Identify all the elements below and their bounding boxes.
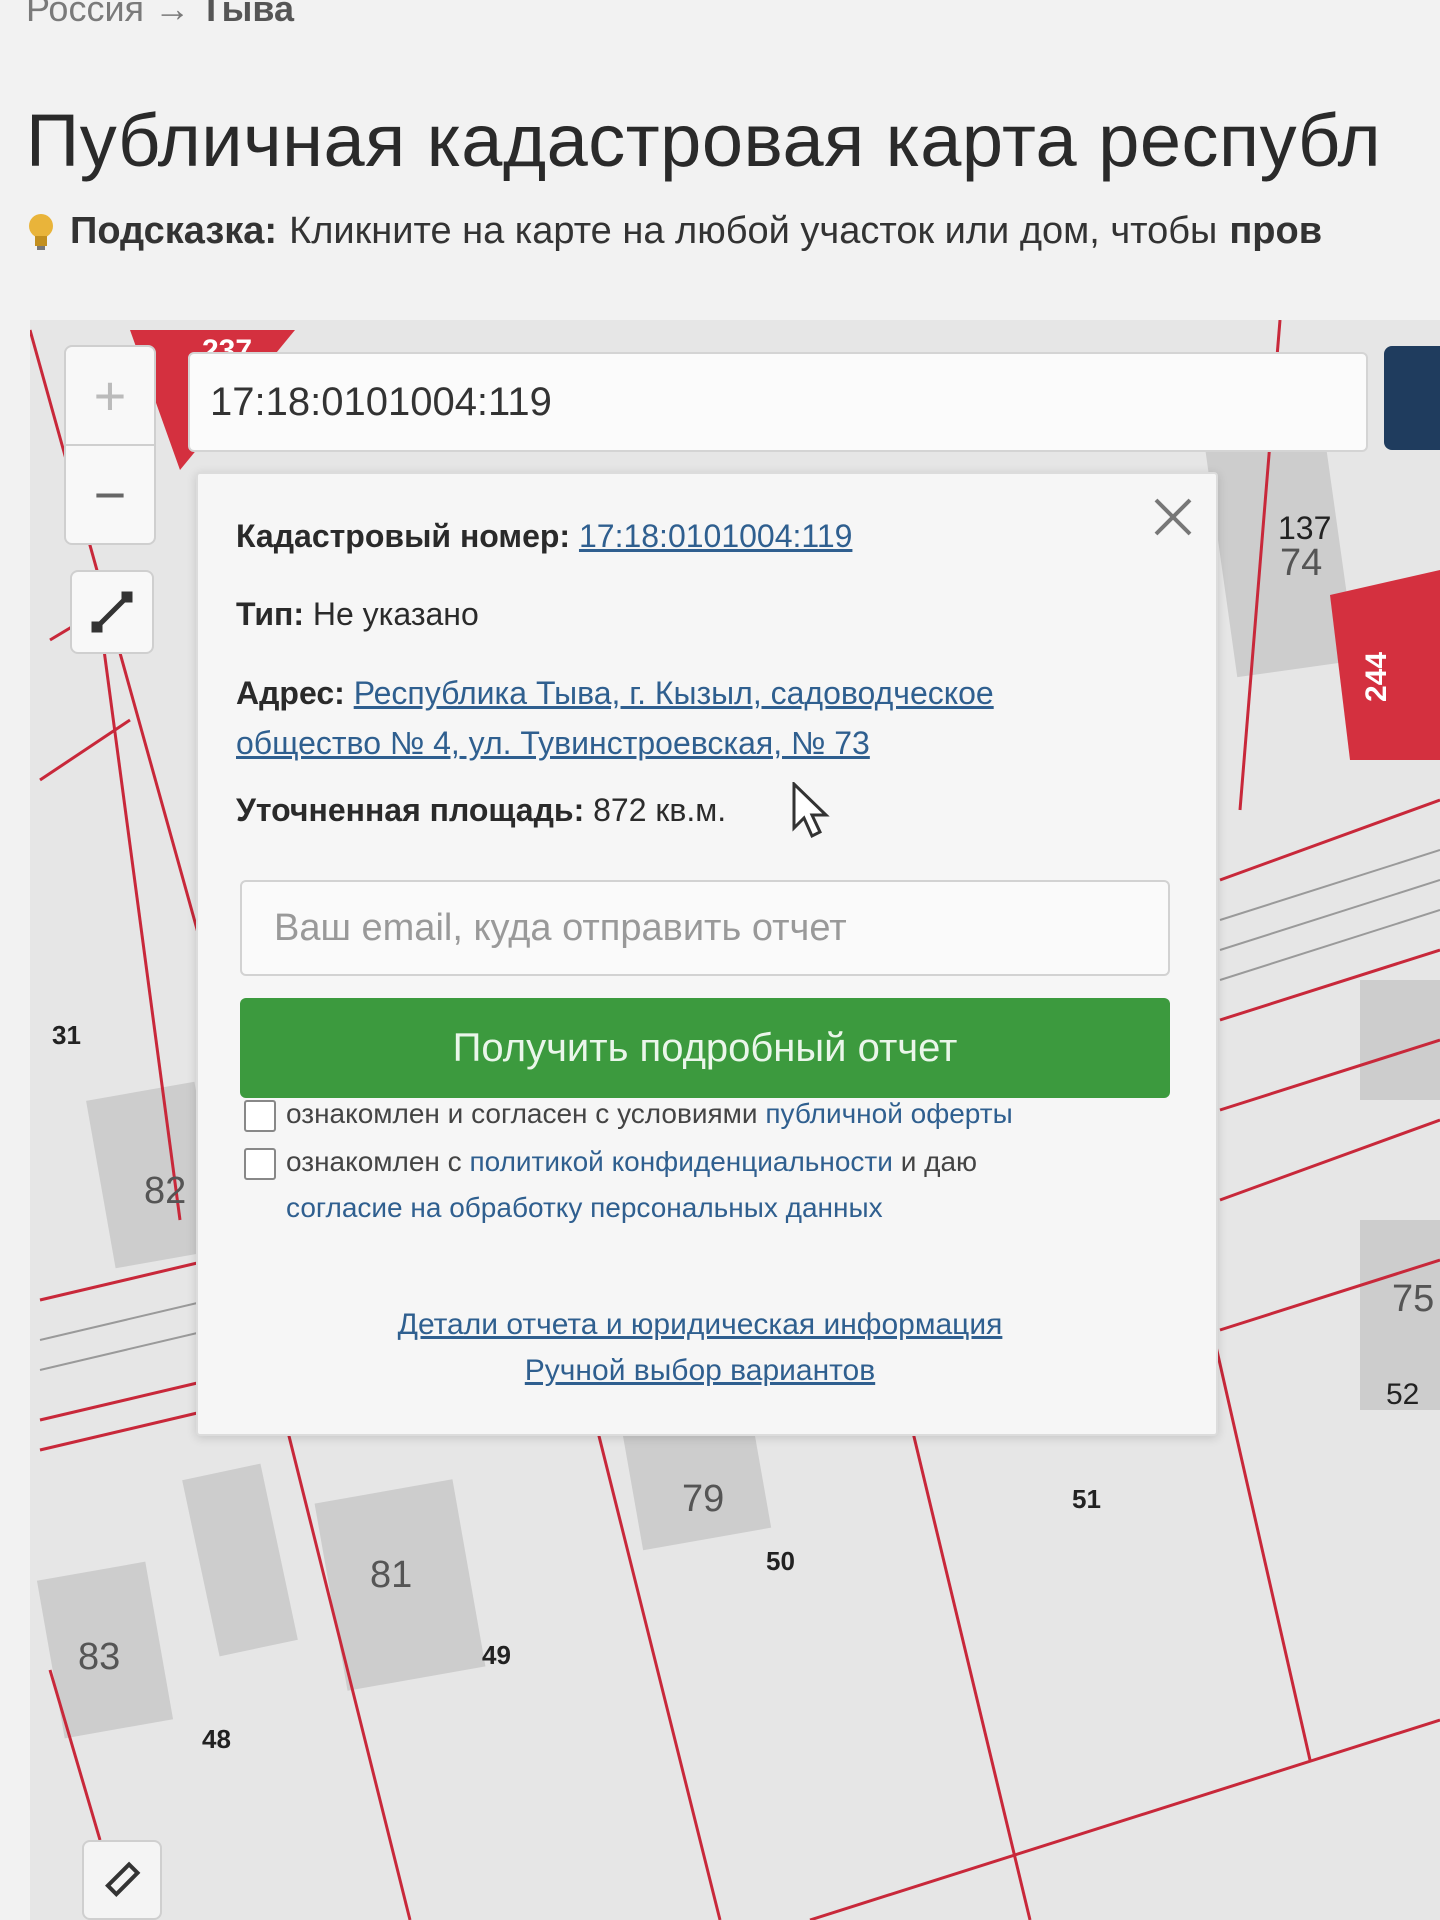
breadcrumb-root[interactable]: Россия xyxy=(26,0,144,29)
cadastral-search-input[interactable]: 17:18:0101004:119 xyxy=(188,352,1368,452)
type-row: Тип: Не указано xyxy=(236,596,479,633)
cadastral-number-row: Кадастровый номер: 17:18:0101004:119 xyxy=(236,518,852,555)
building-label-82[interactable]: 82 xyxy=(144,1170,186,1213)
plot-label-49[interactable]: 49 xyxy=(482,1640,511,1671)
manual-selection-link[interactable]: Ручной выбор вариантов xyxy=(0,1354,1400,1388)
lightbulb-icon xyxy=(29,213,53,250)
agree-offer-text: ознакомлен и согласен с условиями xyxy=(286,1098,758,1129)
mouse-cursor-icon xyxy=(792,782,830,839)
plot-label-31[interactable]: 31 xyxy=(52,1020,81,1051)
building-label-83[interactable]: 83 xyxy=(78,1636,120,1679)
cadastral-number-link[interactable]: 17:18:0101004:119 xyxy=(579,518,852,554)
personal-data-consent-link[interactable]: согласие на обработку персональных данны… xyxy=(286,1192,883,1224)
building-label-81[interactable]: 81 xyxy=(370,1554,412,1597)
close-icon[interactable] xyxy=(1150,494,1196,540)
plot-label-51[interactable]: 51 xyxy=(1072,1484,1101,1515)
plot-label-50[interactable]: 50 xyxy=(766,1546,795,1577)
agree-privacy-checkbox[interactable] xyxy=(244,1147,276,1180)
address-label: Адрес: xyxy=(236,675,345,711)
hint-label: Подсказка: xyxy=(70,210,278,252)
breadcrumb-arrow: → xyxy=(154,0,191,29)
fullscreen-button[interactable] xyxy=(70,570,154,654)
breadcrumb-current: Тыва xyxy=(200,0,295,29)
page-title: Публичная кадастровая карта республ xyxy=(26,99,1382,182)
email-input[interactable]: Ваш email, куда отправить отчет xyxy=(240,880,1170,976)
privacy-policy-link[interactable]: политикой конфиденциальности xyxy=(469,1146,892,1177)
plot-label-48[interactable]: 48 xyxy=(202,1724,231,1755)
agree-privacy-tail: и даю xyxy=(900,1146,978,1177)
building-label-79[interactable]: 79 xyxy=(682,1478,724,1521)
expand-icon xyxy=(91,591,133,633)
hint-text: Кликните на карте на любой участок или д… xyxy=(289,210,1218,252)
address-link-line1[interactable]: Республика Тыва, г. Кызыл, садоводческое xyxy=(354,675,994,711)
plot-label-244[interactable]: 244 xyxy=(1360,652,1394,702)
hint: Подсказка: Кликните на карте на любой уч… xyxy=(26,210,1322,253)
report-details-link[interactable]: Детали отчета и юридическая информация xyxy=(0,1308,1400,1342)
search-button[interactable] xyxy=(1384,346,1440,450)
agree-offer-row: ознакомлен и согласен с условиями публич… xyxy=(244,1098,1013,1132)
get-report-button[interactable]: Получить подробный отчет xyxy=(240,998,1170,1098)
address-link-line2[interactable]: общество № 4, ул. Тувинстроевская, № 73 xyxy=(236,725,870,761)
zoom-in-button[interactable]: + xyxy=(66,347,154,446)
agree-privacy-text: ознакомлен с xyxy=(286,1146,462,1177)
ruler-button[interactable] xyxy=(82,1840,162,1920)
type-value: Не указано xyxy=(312,596,479,632)
hint-tail: пров xyxy=(1229,210,1323,252)
area-value: 872 кв.м. xyxy=(593,792,727,828)
agree-privacy-row: ознакомлен с политикой конфиденциальност… xyxy=(244,1146,977,1180)
address-row: Адрес: Республика Тыва, г. Кызыл, садово… xyxy=(236,668,994,768)
zoom-out-button[interactable]: − xyxy=(66,446,154,543)
building-label-74[interactable]: 74 xyxy=(1280,542,1322,585)
breadcrumb: Россия → Тыва xyxy=(26,0,294,30)
type-label: Тип: xyxy=(236,596,304,632)
public-offer-link[interactable]: публичной оферты xyxy=(765,1098,1012,1129)
zoom-control: + − xyxy=(64,345,156,545)
cadastral-number-label: Кадастровый номер: xyxy=(236,518,571,554)
agree-offer-checkbox[interactable] xyxy=(244,1099,276,1132)
ruler-icon xyxy=(105,1861,141,1897)
area-label: Уточненная площадь: xyxy=(236,792,585,828)
area-row: Уточненная площадь: 872 кв.м. xyxy=(236,792,726,829)
